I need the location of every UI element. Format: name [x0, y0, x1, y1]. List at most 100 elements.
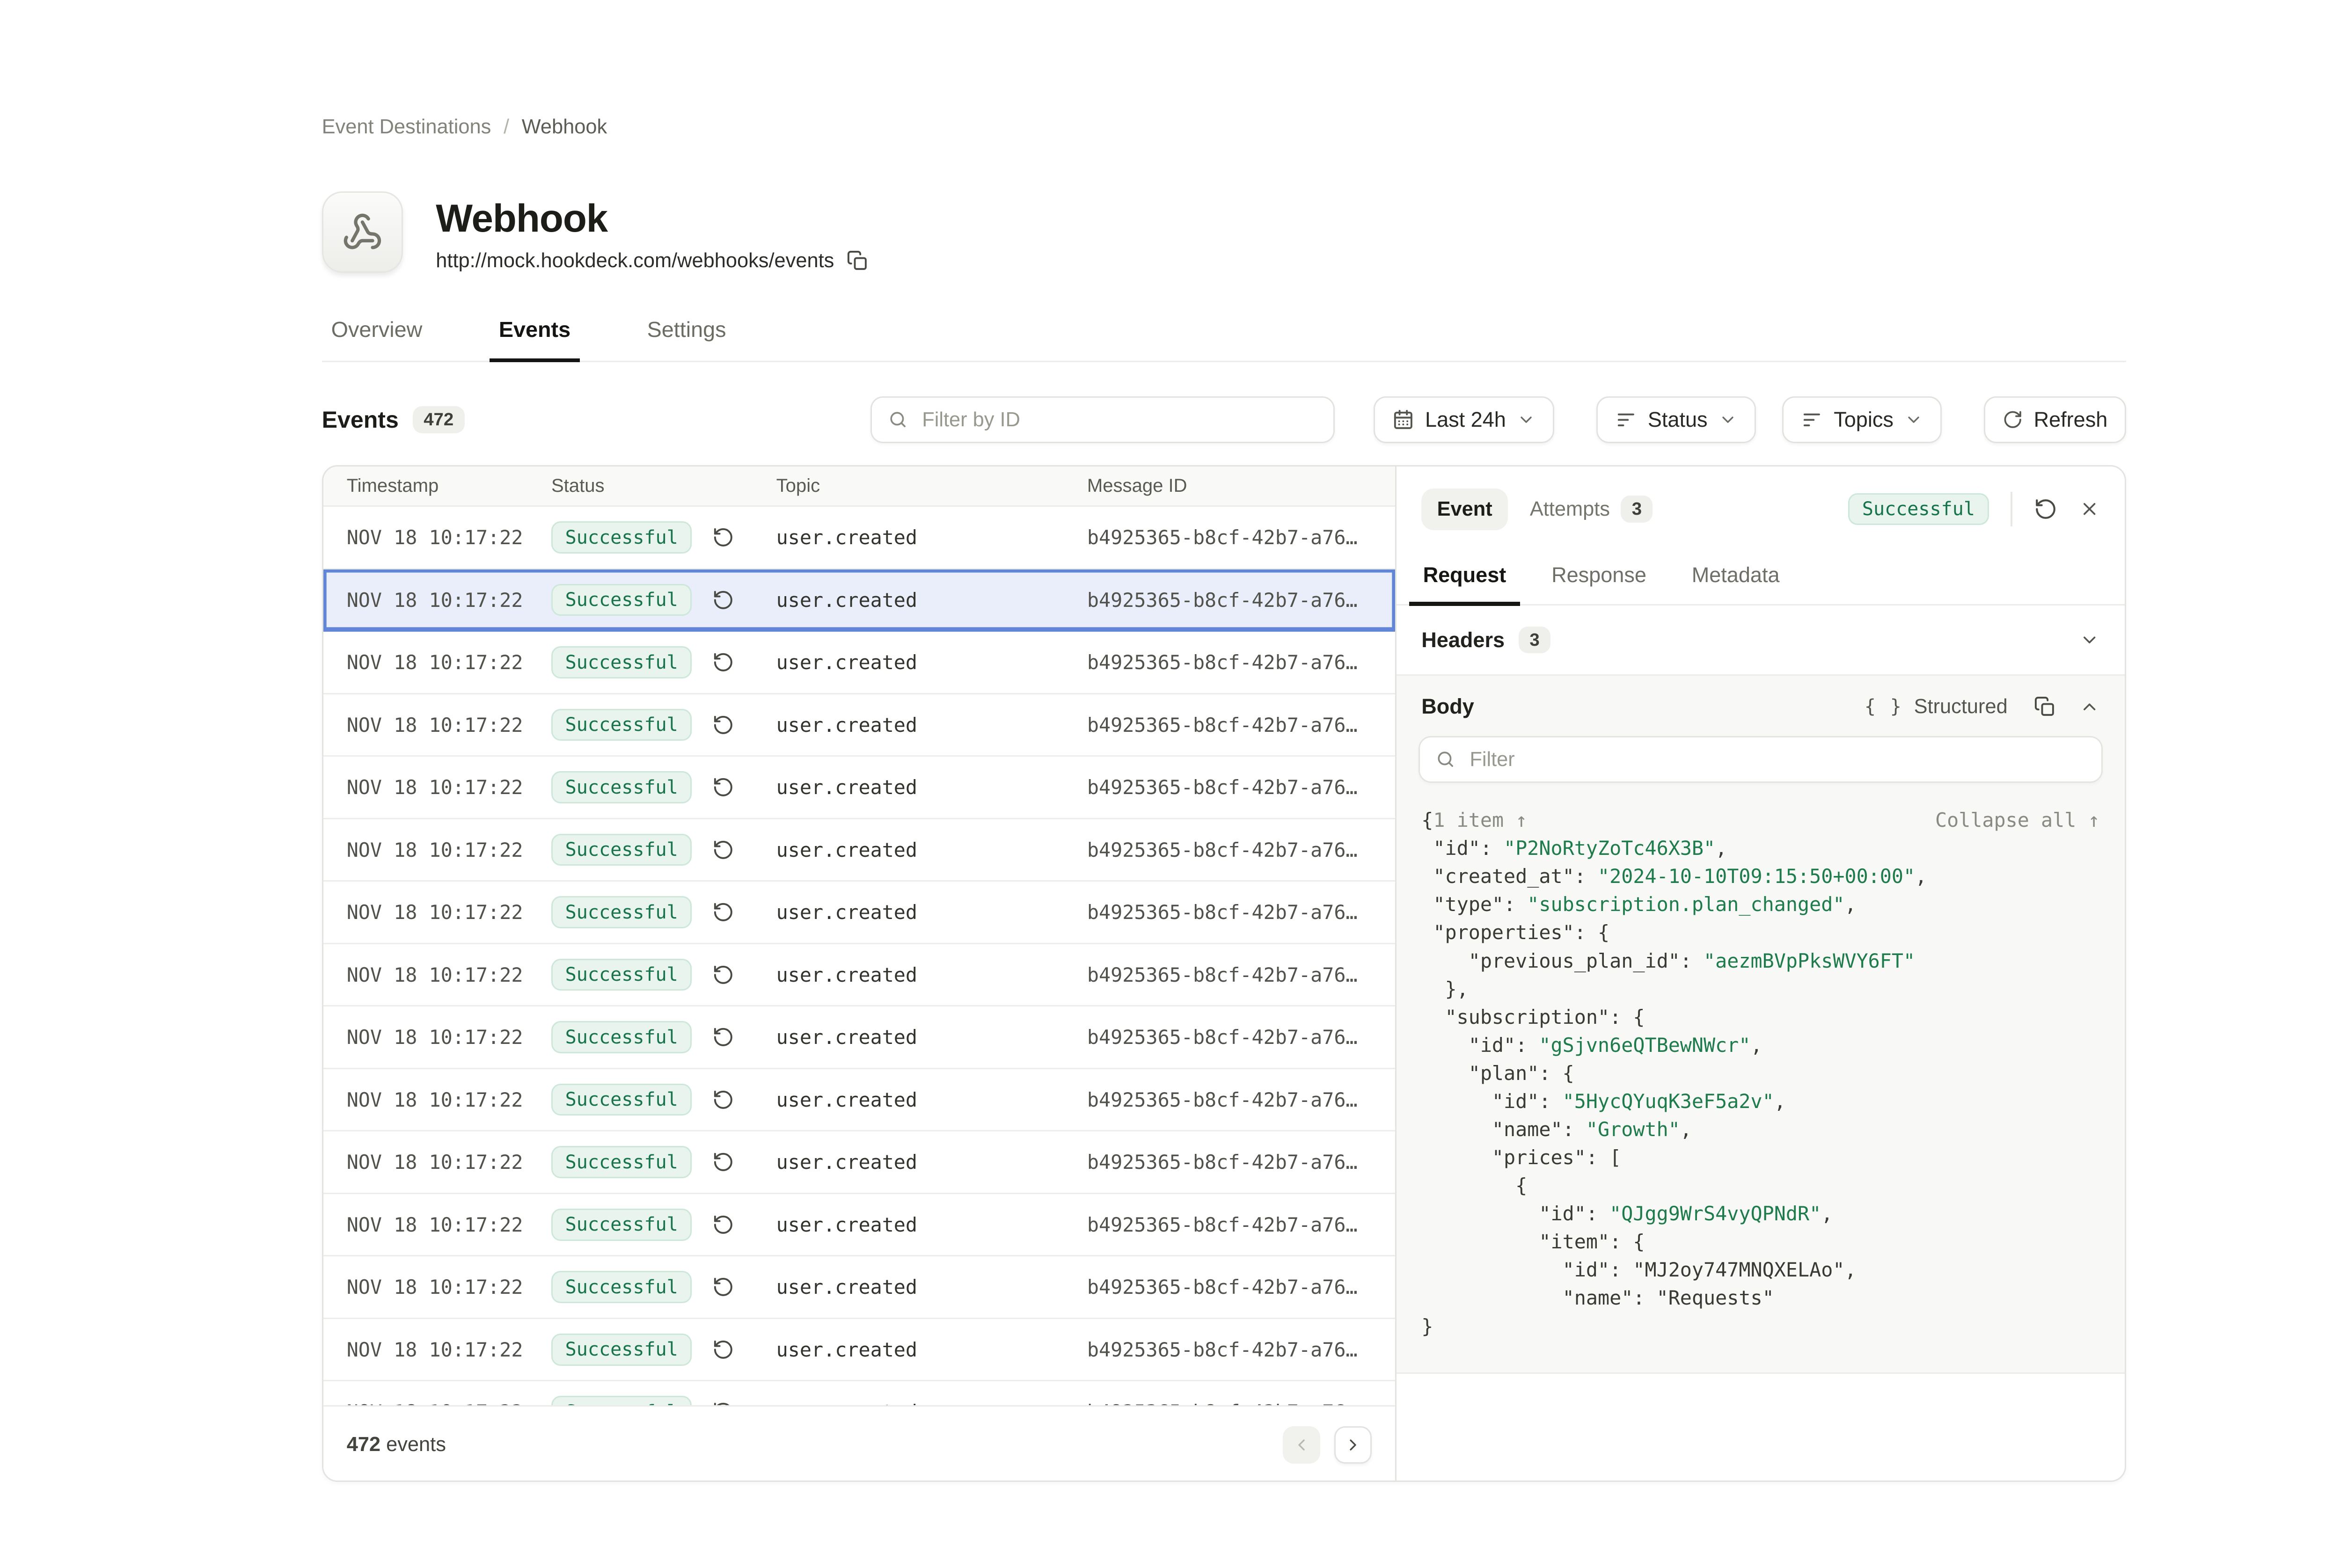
search-icon: [888, 409, 908, 430]
message-id-cell: b4925365-b8cf-42b7-a76…: [1087, 1026, 1395, 1049]
message-id-cell: b4925365-b8cf-42b7-a76…: [1087, 589, 1395, 612]
table-row[interactable]: NOV 18 10:17:22 Successful user.created …: [323, 1131, 1395, 1194]
breadcrumb-parent[interactable]: Event Destinations: [322, 116, 491, 139]
table-footer: 472 events: [323, 1405, 1395, 1482]
body-filter-input[interactable]: [1467, 746, 2086, 773]
attempts-tab[interactable]: Attempts 3: [1530, 496, 1653, 522]
status-filter-button[interactable]: Status: [1596, 396, 1756, 443]
search-input[interactable]: [919, 407, 1318, 433]
table-row[interactable]: NOV 18 10:17:22 Successful user.created …: [323, 1319, 1395, 1382]
retry-icon[interactable]: [712, 1089, 734, 1111]
status-cell: Successful: [551, 1146, 776, 1178]
status-badge: Successful: [551, 521, 692, 554]
events-total-count: 472: [347, 1433, 380, 1456]
detail-header: Event Attempts 3 Successful: [1397, 467, 2125, 550]
search-icon: [1435, 749, 1455, 769]
calendar-icon: [1392, 409, 1414, 431]
event-tab[interactable]: Event: [1421, 489, 1508, 530]
status-cell: Successful: [551, 834, 776, 866]
retry-icon[interactable]: [712, 1339, 734, 1361]
retry-event-icon[interactable]: [2034, 497, 2057, 521]
timestamp-cell: NOV 18 10:17:22: [323, 589, 551, 612]
structured-toggle[interactable]: { } Structured: [1865, 695, 2008, 718]
retry-icon[interactable]: [712, 526, 734, 548]
tab-request[interactable]: Request: [1421, 554, 1507, 605]
topic-cell: user.created: [776, 1213, 1087, 1236]
table-row[interactable]: NOV 18 10:17:22 Successful user.created …: [323, 569, 1395, 632]
chevron-up-icon[interactable]: [2079, 697, 2099, 717]
topic-cell: user.created: [776, 1338, 1087, 1361]
body-filter-search[interactable]: [1419, 736, 2103, 783]
table-row[interactable]: NOV 18 10:17:22 Successful user.created …: [323, 1256, 1395, 1319]
collapse-all-button[interactable]: Collapse all ↑: [1935, 806, 2100, 834]
topics-filter-button[interactable]: Topics: [1782, 396, 1942, 443]
table-row[interactable]: NOV 18 10:17:22 Successful user.created …: [323, 632, 1395, 694]
close-icon[interactable]: [2079, 499, 2099, 519]
table-row[interactable]: NOV 18 10:17:22 Successful user.created …: [323, 694, 1395, 757]
retry-icon[interactable]: [712, 714, 734, 736]
table-row[interactable]: NOV 18 10:17:22 Successful user.created …: [323, 944, 1395, 1007]
table-row[interactable]: NOV 18 10:17:22 Successful user.created …: [323, 507, 1395, 569]
tab-response[interactable]: Response: [1550, 554, 1648, 605]
table-header: Timestamp Status Topic Message ID: [323, 467, 1395, 507]
retry-icon[interactable]: [712, 589, 734, 611]
body-section: Body { } Structured: [1397, 676, 2125, 1374]
copy-body-icon[interactable]: [2034, 696, 2056, 718]
filter-lines-icon: [1801, 409, 1823, 431]
copy-url-icon[interactable]: [847, 250, 869, 272]
topic-cell: user.created: [776, 589, 1087, 612]
status-cell: Successful: [551, 646, 776, 678]
page-header: Webhook http://mock.hookdeck.com/webhook…: [322, 191, 2126, 273]
message-id-cell: b4925365-b8cf-42b7-a76…: [1087, 651, 1395, 674]
retry-icon[interactable]: [712, 776, 734, 798]
message-id-cell: b4925365-b8cf-42b7-a76…: [1087, 776, 1395, 799]
tab-metadata[interactable]: Metadata: [1690, 554, 1781, 605]
retry-icon[interactable]: [712, 1214, 734, 1236]
retry-icon[interactable]: [712, 1151, 734, 1173]
headers-section[interactable]: Headers 3: [1397, 605, 2125, 676]
status-filter-label: Status: [1648, 408, 1708, 432]
timestamp-cell: NOV 18 10:17:22: [323, 776, 551, 799]
timestamp-cell: NOV 18 10:17:22: [323, 1213, 551, 1236]
tab-settings[interactable]: Settings: [638, 310, 736, 360]
table-row[interactable]: NOV 18 10:17:22 Successful user.created …: [323, 819, 1395, 882]
message-id-cell: b4925365-b8cf-42b7-a76…: [1087, 1276, 1395, 1298]
tab-overview[interactable]: Overview: [322, 310, 432, 360]
status-badge: Successful: [551, 1334, 692, 1366]
table-row[interactable]: NOV 18 10:17:22 Successful user.created …: [323, 1069, 1395, 1132]
retry-icon[interactable]: [712, 1276, 734, 1298]
chevron-down-icon[interactable]: [2079, 630, 2099, 650]
topic-cell: user.created: [776, 651, 1087, 674]
braces-icon: { }: [1865, 696, 1903, 717]
retry-icon[interactable]: [712, 1026, 734, 1048]
retry-icon[interactable]: [712, 651, 734, 673]
time-filter-button[interactable]: Last 24h: [1374, 396, 1554, 443]
events-table: Timestamp Status Topic Message ID NOV 18…: [323, 467, 1397, 1480]
table-row[interactable]: NOV 18 10:17:22 Successful user.created …: [323, 757, 1395, 819]
attempts-label: Attempts: [1530, 498, 1610, 521]
next-page-button[interactable]: [1334, 1426, 1372, 1464]
status-cell: Successful: [551, 521, 776, 554]
status-cell: Successful: [551, 896, 776, 928]
message-id-cell: b4925365-b8cf-42b7-a76…: [1087, 1151, 1395, 1174]
status-badge: Successful: [551, 1209, 692, 1241]
table-row[interactable]: NOV 18 10:17:22 Successful user.created …: [323, 1194, 1395, 1257]
retry-icon[interactable]: [712, 839, 734, 861]
retry-icon[interactable]: [712, 901, 734, 923]
filter-by-id-search[interactable]: [870, 396, 1334, 443]
timestamp-cell: NOV 18 10:17:22: [323, 1276, 551, 1298]
tab-events[interactable]: Events: [490, 310, 580, 360]
events-total-label: events: [380, 1433, 446, 1456]
topic-cell: user.created: [776, 1276, 1087, 1298]
refresh-button[interactable]: Refresh: [1984, 396, 2126, 443]
table-row[interactable]: NOV 18 10:17:22 Successful user.created …: [323, 1006, 1395, 1069]
chevron-down-icon: [1718, 410, 1737, 429]
timestamp-cell: NOV 18 10:17:22: [323, 1338, 551, 1361]
table-row[interactable]: NOV 18 10:17:22 Successful user.created …: [323, 1381, 1395, 1406]
topic-cell: user.created: [776, 963, 1087, 986]
retry-icon[interactable]: [712, 964, 734, 986]
table-row[interactable]: NOV 18 10:17:22 Successful user.created …: [323, 882, 1395, 944]
previous-page-button[interactable]: [1283, 1426, 1320, 1464]
timestamp-cell: NOV 18 10:17:22: [323, 1088, 551, 1111]
timestamp-cell: NOV 18 10:17:22: [323, 651, 551, 674]
